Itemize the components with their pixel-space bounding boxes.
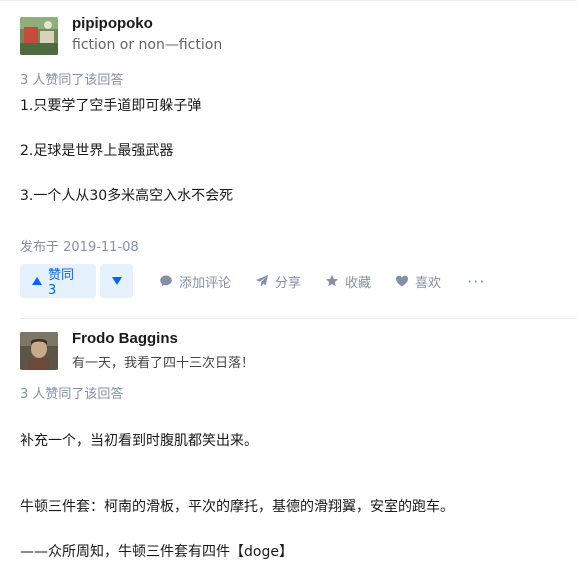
- author-avatar[interactable]: [20, 17, 58, 55]
- comment-label: 添加评论: [179, 275, 232, 291]
- top-divider: [0, 0, 577, 1]
- author-name[interactable]: Frodo Baggins: [72, 330, 178, 347]
- answer-paragraph: 牛顿三件套：柯南的滑板，平次的摩托，基德的滑翔翼，安室的跑车。: [20, 499, 454, 515]
- author-bio: fiction or non—fiction: [72, 37, 223, 53]
- share-plane-icon: [256, 275, 269, 287]
- share-label: 分享: [275, 275, 302, 291]
- author-bio: 有一天，我看了四十三次日落！: [72, 356, 255, 371]
- upvote-label: 赞同 3: [48, 268, 75, 298]
- more-button[interactable]: ···: [467, 272, 485, 291]
- answer-paragraph: 补充一个，当初看到时腹肌都笑出来。: [20, 433, 258, 449]
- answer-divider: [20, 318, 577, 319]
- comment-icon: [160, 275, 172, 287]
- publish-date[interactable]: 发布于 2019-11-08: [20, 236, 139, 255]
- vote-count-text: 3 人赞同了该回答: [20, 387, 124, 402]
- triangle-down-icon: [111, 277, 122, 285]
- collect-label: 收藏: [345, 275, 372, 291]
- author-name[interactable]: pipipopoko: [72, 15, 153, 32]
- author-avatar[interactable]: [20, 332, 58, 370]
- answer-paragraph: ——众所周知，牛顿三件套有四件【doge】: [20, 544, 293, 560]
- action-bar: 赞同 3 添加评论 分享 收藏 喜欢 ···: [20, 264, 485, 298]
- star-icon: [326, 275, 339, 287]
- answer-paragraph: 3.一个人从30多米高空入水不会死: [20, 188, 234, 204]
- vote-count-text: 3 人赞同了该回答: [20, 73, 124, 88]
- answer-paragraph: 2.足球是世界上最强武器: [20, 143, 174, 159]
- share-button[interactable]: 分享: [255, 272, 301, 291]
- like-label: 喜欢: [415, 275, 442, 291]
- upvote-button[interactable]: 赞同 3: [20, 264, 96, 298]
- comment-button[interactable]: 添加评论: [159, 272, 231, 291]
- like-button[interactable]: 喜欢: [395, 272, 441, 291]
- collect-button[interactable]: 收藏: [325, 272, 371, 291]
- answer-paragraph: 1.只要学了空手道即可躲子弹: [20, 98, 202, 114]
- downvote-button[interactable]: [100, 264, 133, 298]
- heart-icon: [396, 275, 409, 287]
- triangle-up-icon: [32, 277, 42, 285]
